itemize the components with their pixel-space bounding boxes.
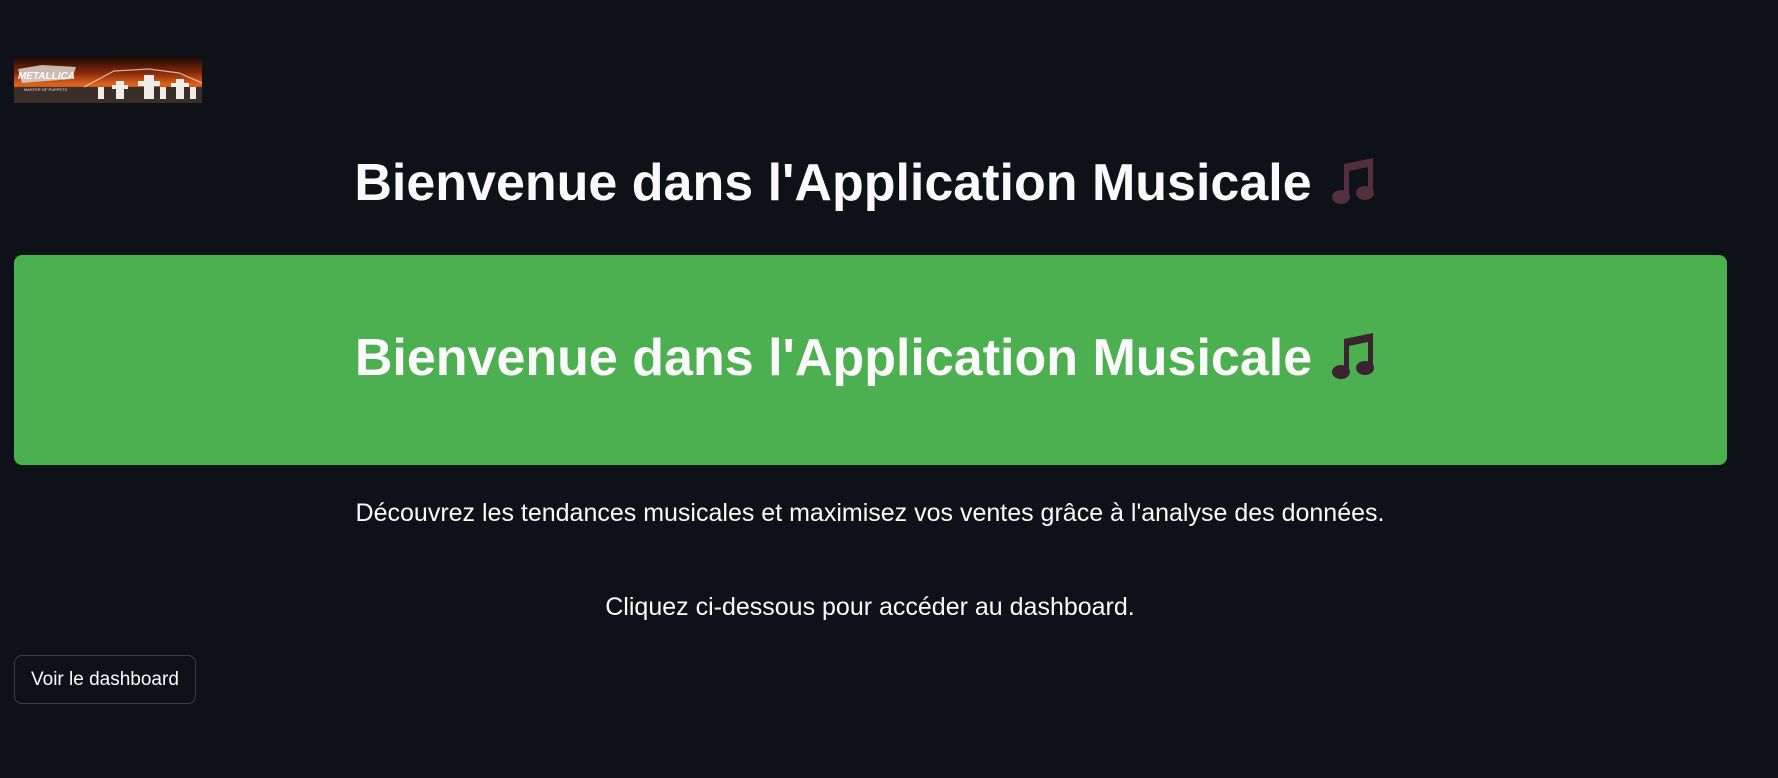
banner-title-text: Bienvenue dans l'Application Musicale: [354, 329, 1313, 387]
logo-subtext: MASTER OF PUPPETS: [24, 87, 67, 92]
app-page: METALLICA MASTER OF PUPPETS Bienvenue da…: [0, 0, 1778, 778]
view-dashboard-button[interactable]: Voir le dashboard: [14, 655, 196, 704]
musical-notes-icon: [1330, 156, 1386, 208]
musical-notes-icon: [1330, 331, 1386, 383]
album-cover-logo: METALLICA MASTER OF PUPPETS: [14, 57, 202, 103]
banner-title: Bienvenue dans l'Application Musicale: [14, 328, 1727, 388]
welcome-banner: Bienvenue dans l'Application Musicale: [14, 255, 1727, 465]
page-title: Bienvenue dans l'Application Musicale: [14, 153, 1726, 213]
description-text: Découvrez les tendances musicales et max…: [355, 499, 1385, 527]
logo-text: METALLICA: [17, 71, 77, 82]
page-title-text: Bienvenue dans l'Application Musicale: [354, 154, 1312, 212]
metallica-logo-image: METALLICA MASTER OF PUPPETS: [14, 57, 202, 103]
cta-text: Cliquez ci-dessous pour accéder au dashb…: [605, 593, 1135, 621]
